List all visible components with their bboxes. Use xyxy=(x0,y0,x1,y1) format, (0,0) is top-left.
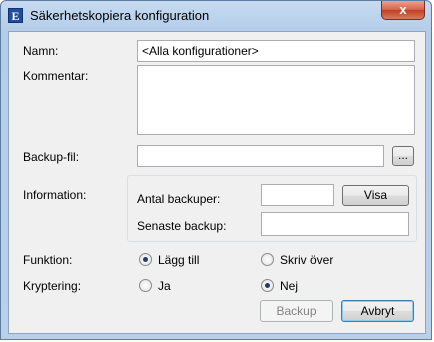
information-label: Information: xyxy=(23,188,87,202)
title-bar[interactable]: E Säkerhetskopiera konfiguration x xyxy=(1,1,431,31)
backup-count-label: Antal backuper: xyxy=(137,192,221,206)
dialog-content: Namn: <Alla konfigurationer> Kommentar: … xyxy=(8,31,426,334)
backup-file-label: Backup-fil: xyxy=(23,150,80,164)
backup-file-field[interactable] xyxy=(137,145,384,167)
function-append-radio[interactable] xyxy=(139,253,152,266)
app-icon: E xyxy=(8,8,23,23)
backup-count-field[interactable] xyxy=(261,184,334,206)
encryption-yes-label: Ja xyxy=(158,279,171,293)
name-label: Namn: xyxy=(23,44,59,58)
encryption-label: Kryptering: xyxy=(23,279,82,293)
browse-button[interactable]: ... xyxy=(392,146,414,166)
comment-label: Kommentar: xyxy=(23,69,89,83)
latest-backup-label: Senaste backup: xyxy=(137,219,227,233)
close-icon: x xyxy=(399,2,407,17)
window-title: Säkerhetskopiera konfiguration xyxy=(30,8,210,23)
function-overwrite-label: Skriv över xyxy=(280,253,334,267)
show-button[interactable]: Visa xyxy=(342,185,409,206)
name-field[interactable]: <Alla konfigurationer> xyxy=(137,40,415,62)
cancel-button[interactable]: Avbryt xyxy=(341,300,414,322)
backup-button[interactable]: Backup xyxy=(260,300,333,322)
function-overwrite-radio[interactable] xyxy=(261,253,274,266)
comment-field[interactable] xyxy=(137,65,415,135)
function-label: Funktion: xyxy=(23,253,73,267)
close-button[interactable]: x xyxy=(381,1,425,20)
information-group: Antal backuper: Visa Senaste backup: xyxy=(127,175,417,242)
encryption-yes-radio[interactable] xyxy=(139,279,152,292)
encryption-no-label: Nej xyxy=(280,279,299,293)
encryption-no-radio[interactable] xyxy=(261,279,274,292)
function-append-label: Lägg till xyxy=(158,253,200,267)
dialog-window: E Säkerhetskopiera konfiguration x Namn:… xyxy=(0,0,432,340)
latest-backup-field[interactable] xyxy=(261,212,409,236)
